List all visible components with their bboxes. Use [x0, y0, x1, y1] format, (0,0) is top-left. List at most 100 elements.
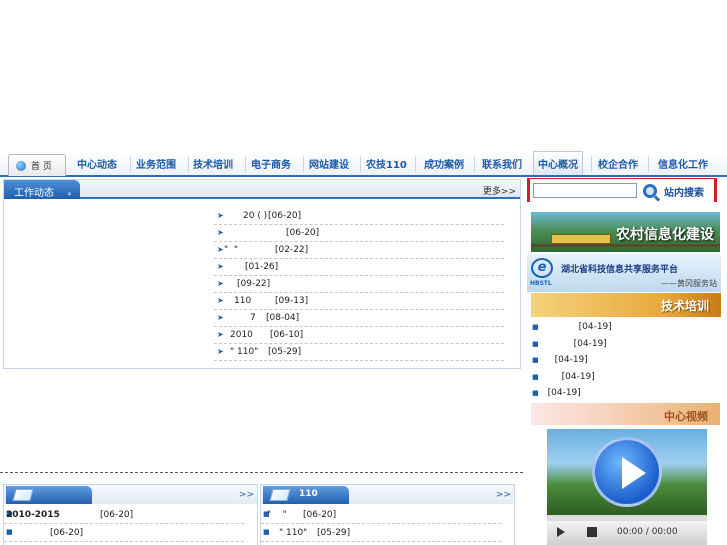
- news-title[interactable]: 110: [234, 296, 251, 306]
- news-date: [02-22]: [275, 245, 309, 255]
- video-section-header[interactable]: 中心视频: [531, 403, 720, 425]
- nav-item-website[interactable]: 网站建设: [309, 156, 349, 174]
- bullet-icon: ■: [532, 389, 539, 397]
- list-item[interactable]: ■ [06-20]: [4, 524, 244, 542]
- news-date: [01-26]: [245, 262, 279, 272]
- work-news-title: 工作动态: [14, 188, 54, 199]
- video-player: 00:00 / 00:00: [547, 429, 707, 545]
- arrow-icon: ➤: [217, 330, 224, 339]
- nav-separator: [303, 156, 304, 172]
- news-title[interactable]: " 110": [230, 347, 258, 357]
- hbstl-platform-banner[interactable]: e HBSTL 湖北省科技信息共享服务平台 ——黄冈服务站: [527, 254, 721, 292]
- nav-separator: [648, 156, 649, 172]
- agri-110-more-link[interactable]: >>: [496, 490, 511, 500]
- agri-110-panel-tab[interactable]: 110: [263, 486, 349, 504]
- stop-button[interactable]: [587, 527, 597, 537]
- bullet-icon: ■: [532, 323, 539, 331]
- training-list-item[interactable]: ■ [04-19]: [532, 339, 607, 349]
- news-row[interactable]: ➤ [01-26]: [214, 259, 504, 276]
- list-item-title[interactable]: " ": [267, 510, 287, 520]
- site-search: 站内搜索: [527, 178, 717, 202]
- news-date: [06-10]: [270, 330, 304, 340]
- video-time: 00:00 / 00:00: [617, 527, 678, 537]
- hbstl-title: 湖北省科技信息共享服务平台: [561, 265, 679, 275]
- video-controls: 00:00 / 00:00: [547, 521, 707, 545]
- training-list-item[interactable]: ■ [04-19]: [532, 355, 588, 365]
- list-item-date: [06-20]: [100, 510, 134, 520]
- training-date: [04-19]: [573, 339, 607, 349]
- arrow-icon: ➤: [217, 211, 224, 220]
- policy-panel-header: >>: [4, 485, 257, 504]
- news-row[interactable]: ➤ " 110" [05-29]: [214, 344, 504, 361]
- news-row[interactable]: ➤ 110 [09-13]: [214, 293, 504, 310]
- agri-110-panel-header: 110 >>: [261, 485, 514, 504]
- news-row[interactable]: ➤ 2010 [06-10]: [214, 327, 504, 344]
- nav-item-business[interactable]: 业务范围: [136, 156, 176, 174]
- play-icon[interactable]: [592, 437, 662, 507]
- nav-separator: [591, 156, 592, 172]
- list-item-date: [06-20]: [50, 528, 84, 538]
- list-item-date: [06-20]: [303, 510, 337, 520]
- nav-separator: [130, 156, 131, 172]
- news-row[interactable]: ➤ " " [02-22]: [214, 242, 504, 259]
- work-news-more-link[interactable]: 更多>>: [483, 184, 516, 197]
- home-icon: [16, 160, 26, 171]
- list-item[interactable]: ■ 2010-2015 [06-20]: [4, 506, 244, 524]
- list-item[interactable]: ■ " " [06-20]: [261, 506, 501, 524]
- training-list-item[interactable]: ■ [04-19]: [532, 388, 581, 398]
- training-date: [04-19]: [578, 322, 612, 332]
- nav-item-agri-110[interactable]: 农技110: [366, 156, 407, 174]
- hbstl-logo-icon: e: [531, 258, 553, 278]
- rail-illustration: [531, 244, 720, 247]
- list-item[interactable]: ■ " 110" [05-29]: [261, 524, 501, 542]
- book-icon: [269, 489, 291, 501]
- news-title[interactable]: 20 ( ): [243, 211, 267, 221]
- news-row[interactable]: ➤ 20 ( ) [06-20]: [214, 208, 504, 225]
- bullet-icon: ■: [532, 373, 539, 381]
- training-list-item[interactable]: ■ [04-19]: [532, 372, 595, 382]
- nav-item-overview[interactable]: 中心概况: [533, 151, 583, 175]
- nav-item-center-news[interactable]: 中心动态: [77, 156, 117, 174]
- train-illustration: [551, 234, 611, 244]
- news-date: [09-22]: [237, 279, 271, 289]
- search-button[interactable]: 站内搜索: [643, 181, 713, 201]
- nav-separator: [245, 156, 246, 172]
- play-button[interactable]: [557, 527, 565, 537]
- news-title[interactable]: 2010: [230, 330, 253, 340]
- work-news-tab[interactable]: 工作动态 »: [4, 180, 80, 199]
- news-row[interactable]: ➤ 7 [08-04]: [214, 310, 504, 327]
- rural-informatization-banner[interactable]: 农村信息化建设: [531, 212, 720, 252]
- bullet-icon: ■: [532, 356, 539, 364]
- nav-item-contact[interactable]: 联系我们: [482, 156, 522, 174]
- news-title[interactable]: 7: [250, 313, 256, 323]
- video-section-title: 中心视频: [664, 410, 708, 423]
- search-button-label: 站内搜索: [664, 187, 704, 199]
- nav-item-school-cooperation[interactable]: 校企合作: [598, 156, 638, 174]
- tab-arrow-icon: »: [67, 190, 72, 198]
- nav-separator: [188, 156, 189, 172]
- nav-item-training[interactable]: 技术培训: [193, 156, 233, 174]
- video-screen[interactable]: [547, 429, 707, 515]
- list-item-title[interactable]: 2010-2015: [6, 510, 60, 520]
- training-section-header[interactable]: 技术培训: [531, 293, 721, 317]
- policy-more-link[interactable]: >>: [239, 490, 254, 500]
- nav-item-informatization[interactable]: 信息化工作: [658, 156, 708, 174]
- nav-item-cases[interactable]: 成功案例: [424, 156, 464, 174]
- arrow-icon: ➤: [217, 279, 224, 288]
- news-row[interactable]: ➤ [09-22]: [214, 276, 504, 293]
- training-list-item[interactable]: ■ [04-19]: [532, 322, 612, 332]
- nav-home[interactable]: 首 页: [8, 154, 66, 176]
- arrow-icon: ➤: [217, 347, 224, 356]
- arrow-icon: ➤: [217, 313, 224, 322]
- hbstl-logo-text: HBSTL: [530, 280, 552, 287]
- news-title[interactable]: " ": [224, 245, 238, 255]
- news-row[interactable]: ➤ [06-20]: [214, 225, 504, 242]
- list-item-title[interactable]: " 110": [279, 528, 307, 538]
- policy-panel-tab[interactable]: [6, 486, 92, 504]
- agri-110-tab-label: 110: [299, 489, 318, 499]
- bullet-icon: ■: [532, 340, 539, 348]
- search-input[interactable]: [533, 183, 637, 198]
- nav-item-ecommerce[interactable]: 电子商务: [251, 156, 291, 174]
- work-news-header: 工作动态 » 更多>>: [4, 180, 520, 199]
- search-icon: [643, 184, 657, 198]
